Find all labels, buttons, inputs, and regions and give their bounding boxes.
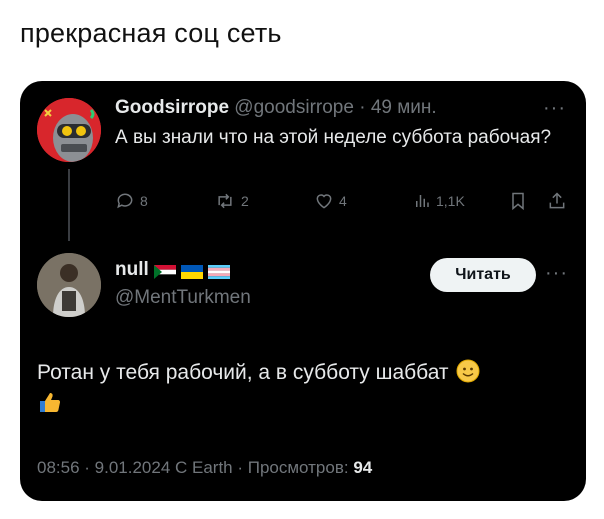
reply-more-options-icon[interactable]: ···: [545, 262, 568, 285]
robot-face-icon: [37, 98, 101, 162]
quoted-post-header: Goodsirrope @goodsirrope · 49 мин.: [115, 97, 437, 119]
reply-author-handle[interactable]: @MentTurkmen: [115, 287, 251, 309]
more-options-icon[interactable]: ···: [543, 97, 566, 120]
reply-author-name[interactable]: null: [115, 259, 149, 281]
analytics-icon: [416, 195, 429, 207]
quoted-post-actions: 8 2 4 1,1K: [115, 191, 570, 217]
heart-icon: [316, 194, 332, 209]
page-caption: прекрасная соц сеть: [20, 18, 282, 48]
post-timestamp-source[interactable]: 08:56 · 9.01.2024 С Earth · Просмотров:: [37, 458, 353, 477]
repost-icon: [218, 193, 232, 209]
share-action[interactable]: [547, 191, 572, 211]
reply-author-row: null: [115, 259, 230, 281]
like-count: 4: [339, 193, 347, 209]
ukraine-flag-icon: [180, 263, 203, 279]
repost-action[interactable]: 2: [214, 191, 249, 211]
like-action[interactable]: 4: [314, 191, 347, 211]
reply-count: 8: [140, 193, 148, 209]
share-icon: [549, 192, 565, 209]
reply-action[interactable]: 8: [115, 191, 148, 211]
repost-count: 2: [241, 193, 249, 209]
reply-post-text: Ротан у тебя рабочий, а в субботу шаббат: [37, 361, 449, 384]
person-photo-icon: [37, 253, 101, 317]
quoted-author-handle[interactable]: @goodsirrope: [234, 97, 354, 118]
thumbs-up-icon: [40, 393, 61, 412]
quoted-post-text: А вы знали что на этой неделе суббота ра…: [115, 127, 552, 148]
reply-post-body: Ротан у тебя рабочий, а в субботу шаббат: [37, 357, 577, 425]
sudan-flag-icon: [153, 263, 176, 279]
views-action[interactable]: 1,1K: [413, 191, 465, 211]
post-meta: 08:56 · 9.01.2024 С Earth · Просмотров: …: [37, 458, 372, 478]
view-count: 1,1K: [436, 193, 465, 209]
mentturkmen-avatar[interactable]: [37, 253, 101, 317]
bookmark-icon: [512, 192, 524, 211]
quoted-author-name[interactable]: Goodsirrope: [115, 97, 229, 118]
transgender-flag-icon: [207, 263, 230, 279]
quoted-time-ago[interactable]: · 49 мин.: [359, 97, 436, 118]
follow-button[interactable]: Читать: [430, 258, 536, 292]
thread-line: [68, 169, 70, 241]
goodsirrope-avatar[interactable]: [37, 98, 101, 162]
screenshot-card: Goodsirrope @goodsirrope · 49 мин. ··· А…: [20, 81, 586, 501]
bookmark-action[interactable]: [508, 191, 533, 211]
smiling-face-icon: [456, 359, 480, 383]
reply-icon: [117, 193, 133, 209]
post-views-count: 94: [353, 458, 373, 477]
